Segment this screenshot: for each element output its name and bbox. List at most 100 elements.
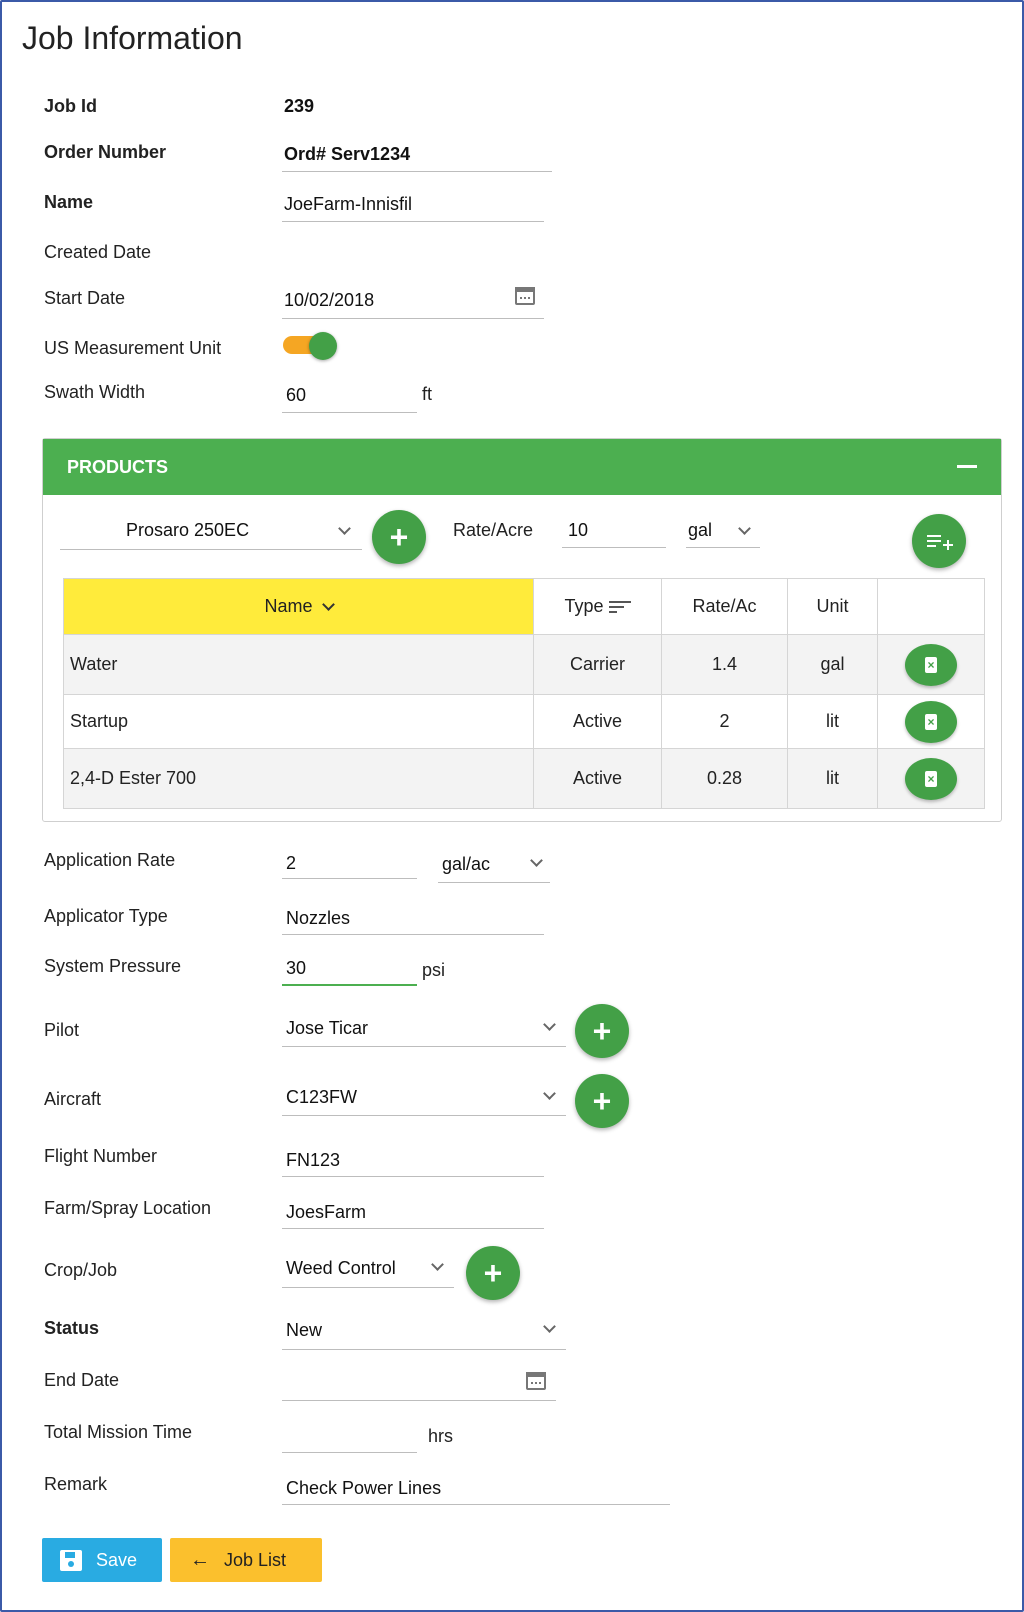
job-list-button[interactable]: ← Job List	[170, 1538, 322, 1582]
product-type: Carrier	[533, 634, 662, 695]
total-mission-time-underline	[282, 1452, 417, 1453]
swath-width-underline	[282, 412, 417, 413]
application-rate-label: Application Rate	[44, 850, 176, 870]
crop-job-underline	[282, 1287, 454, 1288]
job-list-button-label: Job List	[224, 1550, 287, 1570]
start-date-input[interactable]: 10/02/2018	[284, 290, 374, 311]
product-select-underline	[60, 549, 362, 550]
product-type: Active	[533, 748, 662, 809]
applicator-type-input[interactable]: Nozzles	[286, 908, 350, 929]
status-select[interactable]: New	[286, 1320, 322, 1341]
delete-cell	[877, 748, 985, 809]
add-to-list-button[interactable]	[912, 514, 966, 568]
table-row: Water Carrier 1.4 gal	[63, 634, 985, 695]
products-title: PRODUCTS	[67, 457, 169, 477]
products-panel-header[interactable]: PRODUCTS	[43, 439, 1001, 495]
product-rate: 0.28	[661, 748, 788, 809]
application-rate-unit-underline	[438, 882, 550, 883]
add-aircraft-button[interactable]: +	[575, 1074, 629, 1128]
delete-icon[interactable]	[905, 757, 957, 800]
aircraft-select[interactable]: C123FW	[286, 1087, 357, 1108]
swath-width-input[interactable]: 60	[286, 385, 306, 406]
type-column-label: Type	[564, 596, 604, 616]
job-information-form: Job Information Job Id 239 Order Number …	[0, 0, 1024, 1612]
name-input[interactable]: JoeFarm-Innisfil	[284, 194, 412, 215]
table-row: Startup Active 2 lit	[63, 694, 985, 749]
product-rate: 2	[661, 694, 788, 749]
flight-number-underline	[282, 1176, 544, 1177]
save-button[interactable]: Save	[42, 1538, 162, 1582]
actions-column-header	[877, 578, 985, 635]
remark-label: Remark	[44, 1474, 108, 1494]
name-column-header[interactable]: Name	[63, 578, 534, 635]
start-date-label: Start Date	[44, 288, 126, 308]
product-select[interactable]: Prosaro 250EC	[126, 520, 249, 541]
sort-icon	[608, 600, 631, 614]
remark-input[interactable]: Check Power Lines	[286, 1478, 441, 1499]
crop-job-label: Crop/Job	[44, 1260, 118, 1280]
applicator-type-label: Applicator Type	[44, 906, 168, 926]
order-number-label: Order Number	[44, 142, 167, 162]
system-pressure-label: System Pressure	[44, 956, 182, 976]
remark-underline	[282, 1504, 670, 1505]
application-rate-unit-select[interactable]: gal/ac	[442, 854, 490, 875]
pilot-select[interactable]: Jose Ticar	[286, 1018, 368, 1039]
add-product-button[interactable]: +	[372, 510, 426, 564]
calendar-icon[interactable]	[515, 287, 535, 305]
end-date-label: End Date	[44, 1370, 120, 1390]
delete-cell	[877, 694, 985, 749]
page-title: Job Information	[22, 20, 243, 56]
system-pressure-input[interactable]: 30	[286, 958, 306, 979]
created-date-label: Created Date	[44, 242, 152, 262]
rate-column-header[interactable]: Rate/Ac	[661, 578, 788, 635]
swath-width-label: Swath Width	[44, 382, 146, 402]
pilot-label: Pilot	[44, 1020, 80, 1040]
chevron-down-icon[interactable]	[543, 1018, 556, 1031]
name-label: Name	[44, 192, 94, 212]
name-underline	[282, 221, 544, 222]
farm-location-input[interactable]: JoesFarm	[286, 1202, 366, 1223]
order-number-underline	[282, 171, 552, 172]
order-number-input[interactable]: Ord# Serv1234	[284, 144, 410, 165]
product-name: Water	[63, 634, 534, 695]
flight-number-label: Flight Number	[44, 1146, 158, 1166]
calendar-icon[interactable]	[526, 1372, 546, 1390]
name-column-label: Name	[264, 596, 313, 616]
rate-unit-select[interactable]: gal	[688, 520, 712, 541]
chevron-down-icon[interactable]	[530, 854, 543, 867]
product-unit: gal	[787, 634, 878, 695]
end-date-underline	[282, 1400, 556, 1401]
chevron-down-icon[interactable]	[543, 1320, 556, 1333]
chevron-down-icon[interactable]	[431, 1258, 444, 1271]
status-underline	[282, 1349, 566, 1350]
crop-job-select[interactable]: Weed Control	[286, 1258, 396, 1279]
chevron-down-icon[interactable]	[543, 1087, 556, 1100]
us-unit-toggle-knob[interactable]	[309, 332, 337, 360]
farm-location-label: Farm/Spray Location	[44, 1198, 212, 1218]
delete-icon[interactable]	[905, 643, 957, 686]
type-column-header[interactable]: Type	[533, 578, 662, 635]
us-unit-label: US Measurement Unit	[44, 338, 222, 358]
add-pilot-button[interactable]: +	[575, 1004, 629, 1058]
total-mission-time-label: Total Mission Time	[44, 1422, 193, 1442]
unit-column-header[interactable]: Unit	[787, 578, 878, 635]
application-rate-underline	[282, 878, 417, 879]
products-table: Name Type Rate/Ac Unit Water Carrier 1.4…	[63, 578, 985, 809]
save-icon	[60, 1550, 82, 1571]
playlist-add-icon	[927, 535, 953, 550]
collapse-icon[interactable]	[957, 465, 977, 468]
rate-acre-underline	[562, 547, 666, 548]
add-crop-button[interactable]: +	[466, 1246, 520, 1300]
delete-icon[interactable]	[905, 700, 957, 743]
table-row: 2,4-D Ester 700 Active 0.28 lit	[63, 748, 985, 809]
table-header-row: Name Type Rate/Ac Unit	[63, 578, 985, 635]
aircraft-label: Aircraft	[44, 1089, 102, 1109]
applicator-type-underline	[282, 934, 544, 935]
application-rate-input[interactable]: 2	[286, 853, 296, 874]
product-rate: 1.4	[661, 634, 788, 695]
rate-acre-input[interactable]: 10	[568, 520, 588, 541]
product-type: Active	[533, 694, 662, 749]
flight-number-input[interactable]: FN123	[286, 1150, 340, 1171]
rate-unit-underline	[686, 547, 760, 548]
save-button-label: Save	[96, 1550, 138, 1570]
